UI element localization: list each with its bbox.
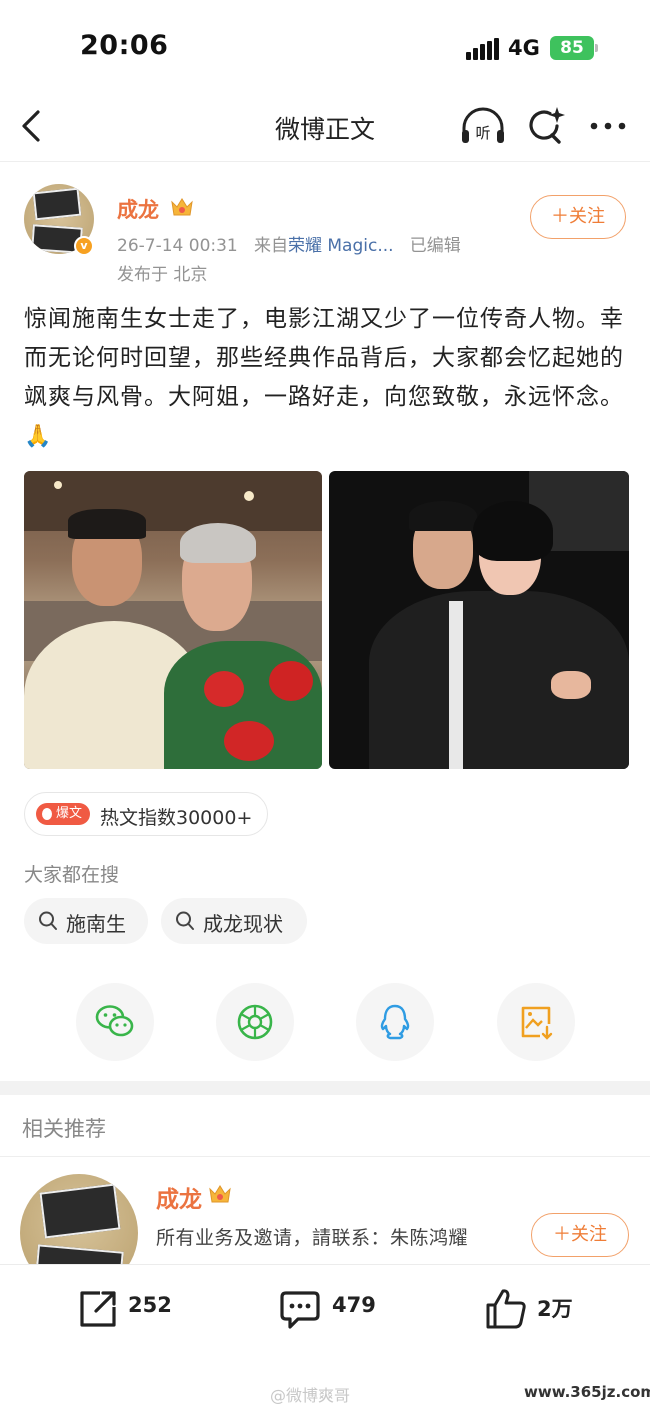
- watermark: @微博爽哥: [270, 1386, 351, 1405]
- verified-badge-icon: v: [74, 236, 94, 256]
- comment-button[interactable]: 479: [278, 1287, 378, 1331]
- post-location: 发布于 北京: [117, 265, 208, 285]
- battery-icon: 85: [550, 36, 598, 60]
- repost-button[interactable]: 252: [76, 1287, 176, 1331]
- comment-count: 479: [332, 1293, 376, 1317]
- ai-search-button[interactable]: [524, 104, 568, 148]
- more-dots-icon: [590, 122, 626, 130]
- hot-post-badge[interactable]: 爆文 热文指数30000+: [24, 792, 268, 836]
- post-meta: 26-7-14 00:31 来自荣耀 Magic... 已编辑: [117, 231, 461, 256]
- crown-icon: [171, 198, 193, 216]
- listen-button[interactable]: 听: [458, 104, 508, 148]
- related-description: 所有业务及邀请，請联系：朱陈鸿耀: [156, 1227, 469, 1249]
- pray-emoji: 🙏: [24, 424, 53, 449]
- search-chip-label: 成龙现状: [203, 912, 283, 936]
- wechat-icon: [95, 1005, 134, 1037]
- network-type: 4G: [508, 36, 540, 60]
- like-button[interactable]: 2万: [484, 1287, 584, 1331]
- hot-tag: 爆文: [36, 803, 90, 825]
- search-chip-label: 施南生: [66, 912, 126, 936]
- share-arrow-icon: [80, 1291, 116, 1327]
- headphones-icon: 听: [462, 107, 504, 143]
- post-date: 26-7-14 00:31: [117, 236, 238, 256]
- moments-icon: [237, 1004, 273, 1040]
- edited-label[interactable]: 已编辑: [410, 236, 461, 256]
- related-follow-button[interactable]: ＋关注: [531, 1213, 629, 1257]
- post-image-1[interactable]: [24, 471, 322, 769]
- author-name[interactable]: 成龙: [117, 194, 159, 224]
- post-body: 惊闻施南生女士走了，电影江湖又少了一位传奇人物。幸而无论何时回望，那些经典作品背…: [24, 306, 624, 410]
- trending-search-label: 大家都在搜: [24, 864, 120, 886]
- status-time: 20:06: [80, 30, 169, 61]
- magnifier-sparkle-icon: [529, 107, 565, 144]
- related-name[interactable]: 成龙: [156, 1180, 202, 1214]
- site-watermark: www.365jz.com: [524, 1383, 650, 1401]
- crown-icon: [209, 1185, 231, 1203]
- hot-index-text: 热文指数30000+: [100, 807, 253, 829]
- save-image-button[interactable]: [497, 983, 575, 1061]
- post-source-link[interactable]: 荣耀 Magic...: [288, 236, 394, 256]
- search-chip[interactable]: 施南生: [24, 898, 148, 944]
- share-moments-button[interactable]: [216, 983, 294, 1061]
- more-button[interactable]: [584, 104, 632, 148]
- status-bar: 20:06 4G 85: [0, 0, 650, 96]
- comment-bubble-icon: [280, 1291, 320, 1329]
- search-icon: [39, 911, 57, 930]
- nav-bar: 微博正文 听: [0, 96, 650, 162]
- section-divider: [0, 1081, 650, 1095]
- related-divider: [0, 1156, 650, 1157]
- svg-text:听: 听: [475, 124, 490, 142]
- share-qq-button[interactable]: [356, 983, 434, 1061]
- qq-icon: [380, 1004, 410, 1040]
- post-image-2[interactable]: [329, 471, 629, 769]
- follow-button[interactable]: ＋关注: [530, 195, 626, 239]
- like-count: 2万: [537, 1297, 573, 1321]
- repost-count: 252: [128, 1293, 172, 1317]
- signal-icon: [466, 38, 500, 60]
- post-text: 惊闻施南生女士走了，电影江湖又少了一位传奇人物。幸而无论何时回望，那些经典作品背…: [24, 300, 624, 456]
- bottom-toolbar: 252 479 2万 @微博爽哥 www.365jz.com: [0, 1264, 650, 1409]
- search-icon: [176, 911, 194, 930]
- save-image-icon: [521, 1006, 553, 1040]
- share-wechat-button[interactable]: [76, 983, 154, 1061]
- search-chip[interactable]: 成龙现状: [161, 898, 307, 944]
- thumbs-up-icon: [486, 1289, 526, 1329]
- source-prefix: 来自: [253, 236, 288, 256]
- related-title: 相关推荐: [22, 1117, 106, 1141]
